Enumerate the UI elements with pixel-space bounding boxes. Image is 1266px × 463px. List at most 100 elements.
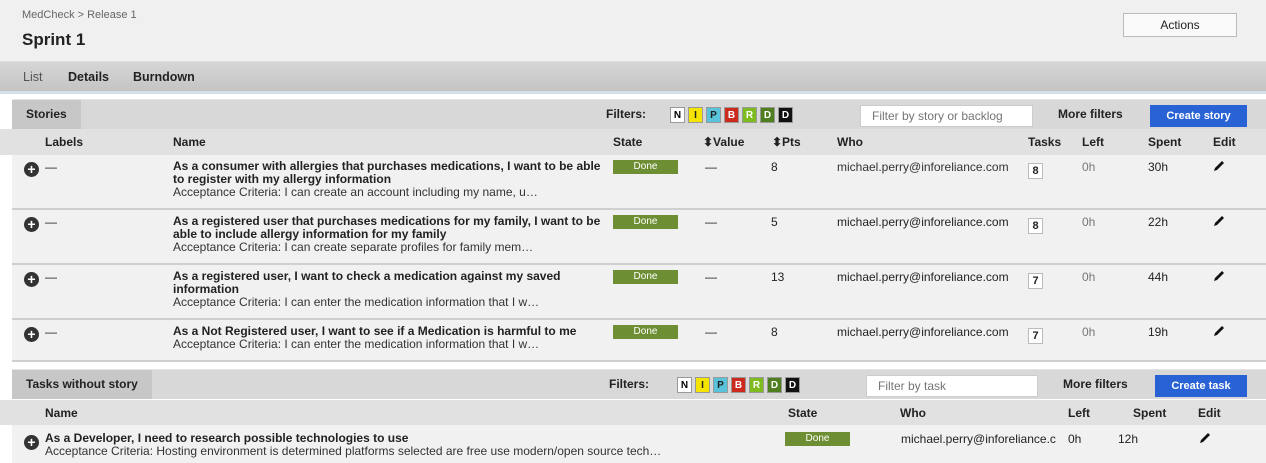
- col-who-header[interactable]: Who: [837, 135, 863, 149]
- filter-chip-i[interactable]: I: [688, 107, 703, 123]
- story-pts: 8: [771, 325, 778, 339]
- col-left-header[interactable]: Left: [1082, 135, 1104, 149]
- edit-pencil-icon[interactable]: [1198, 431, 1212, 445]
- story-row[interactable]: + — As a consumer with allergies that pu…: [12, 155, 1266, 210]
- story-filter-input[interactable]: [860, 105, 1033, 127]
- story-spent: 44h: [1148, 270, 1169, 284]
- actions-button[interactable]: Actions: [1123, 13, 1237, 37]
- expand-story-icon[interactable]: +: [24, 272, 39, 287]
- edit-pencil-icon[interactable]: [1212, 214, 1226, 228]
- story-state-badge[interactable]: Done: [613, 160, 678, 174]
- filter-chip-i[interactable]: I: [695, 377, 710, 393]
- story-acceptance: Acceptance Criteria: I can enter the med…: [173, 337, 540, 351]
- story-left: 0h: [1082, 215, 1096, 229]
- expand-story-icon[interactable]: +: [24, 327, 39, 342]
- story-state-badge[interactable]: Done: [613, 270, 678, 284]
- story-labels: —: [45, 325, 57, 339]
- tasks-section-label: Tasks without story: [12, 370, 152, 399]
- tasks-filters-label: Filters:: [609, 377, 650, 391]
- filter-chip-p[interactable]: P: [706, 107, 721, 123]
- tasks-more-filters-link[interactable]: More filters: [1063, 370, 1128, 399]
- page-header: MedCheck > Release 1 Sprint 1 Actions: [0, 0, 1266, 62]
- task-col-spent-header[interactable]: Spent: [1133, 406, 1166, 420]
- tab-burndown[interactable]: Burndown: [133, 70, 195, 84]
- filter-chip-b[interactable]: B: [731, 377, 746, 393]
- tab-details[interactable]: Details: [68, 70, 109, 84]
- edit-pencil-icon[interactable]: [1212, 159, 1226, 173]
- story-left: 0h: [1082, 325, 1096, 339]
- breadcrumb[interactable]: MedCheck > Release 1: [22, 9, 137, 21]
- filter-chip-n[interactable]: N: [670, 107, 685, 123]
- edit-pencil-icon[interactable]: [1212, 269, 1226, 283]
- story-spent: 19h: [1148, 325, 1169, 339]
- expand-story-icon[interactable]: +: [24, 162, 39, 177]
- col-tasks-header[interactable]: Tasks: [1028, 135, 1061, 149]
- edit-pencil-icon[interactable]: [1212, 324, 1226, 338]
- story-tasks-count[interactable]: 7: [1028, 328, 1043, 344]
- story-pts: 13: [771, 270, 785, 284]
- col-edit-header: Edit: [1213, 135, 1236, 149]
- task-who: michael.perry@inforeliance.c: [901, 432, 1056, 446]
- story-who: michael.perry@inforeliance.com: [837, 325, 1009, 339]
- col-spent-header[interactable]: Spent: [1148, 135, 1181, 149]
- filter-chip-d[interactable]: D: [778, 107, 793, 123]
- story-title[interactable]: As a registered user, I want to check a …: [173, 270, 613, 309]
- story-title-text[interactable]: As a Not Registered user, I want to see …: [173, 324, 576, 338]
- story-row[interactable]: + — As a registered user that purchases …: [12, 210, 1266, 265]
- story-left: 0h: [1082, 160, 1096, 174]
- story-pts: 5: [771, 215, 778, 229]
- col-labels-header[interactable]: Labels: [45, 135, 83, 149]
- col-name-header[interactable]: Name: [173, 135, 206, 149]
- expand-task-icon[interactable]: +: [24, 435, 39, 450]
- story-row[interactable]: + — As a Not Registered user, I want to …: [12, 320, 1266, 362]
- tasks-filter-chips: NIPBRDD: [677, 377, 800, 393]
- filter-chip-d[interactable]: D: [785, 377, 800, 393]
- task-col-left-header[interactable]: Left: [1068, 406, 1090, 420]
- story-title[interactable]: As a Not Registered user, I want to see …: [173, 325, 613, 351]
- story-tasks-count[interactable]: 8: [1028, 163, 1043, 179]
- filter-chip-b[interactable]: B: [724, 107, 739, 123]
- create-task-button[interactable]: Create task: [1155, 375, 1247, 397]
- col-state-header[interactable]: State: [613, 135, 642, 149]
- story-tasks-count[interactable]: 7: [1028, 273, 1043, 289]
- tab-list[interactable]: List: [23, 70, 42, 84]
- story-title[interactable]: As a consumer with allergies that purcha…: [173, 160, 613, 199]
- story-labels: —: [45, 215, 57, 229]
- story-tasks-count[interactable]: 8: [1028, 218, 1043, 234]
- stories-toolbar: Stories Filters: NIPBRDD More filters Cr…: [12, 99, 1266, 129]
- story-who: michael.perry@inforeliance.com: [837, 215, 1009, 229]
- expand-story-icon[interactable]: +: [24, 217, 39, 232]
- task-acceptance: Acceptance Criteria: Hosting environment…: [45, 444, 662, 458]
- task-col-state-header[interactable]: State: [788, 406, 817, 420]
- create-story-button[interactable]: Create story: [1150, 105, 1247, 127]
- story-labels: —: [45, 160, 57, 174]
- filter-chip-r[interactable]: R: [742, 107, 757, 123]
- task-filter-input[interactable]: [866, 375, 1038, 397]
- story-row[interactable]: + — As a registered user, I want to chec…: [12, 265, 1266, 320]
- filter-chip-d[interactable]: D: [767, 377, 782, 393]
- task-col-edit-header: Edit: [1198, 406, 1221, 420]
- task-title[interactable]: As a Developer, I need to research possi…: [45, 432, 765, 458]
- col-pts-header[interactable]: ⬍Pts: [772, 135, 801, 149]
- story-state-badge[interactable]: Done: [613, 325, 678, 339]
- filter-chip-d[interactable]: D: [760, 107, 775, 123]
- story-title-text[interactable]: As a registered user that purchases medi…: [173, 214, 600, 241]
- filter-chip-p[interactable]: P: [713, 377, 728, 393]
- stories-table-header: Labels Name State ⬍Value ⬍Pts Who Tasks …: [0, 129, 1266, 155]
- story-title-text[interactable]: As a registered user, I want to check a …: [173, 269, 561, 296]
- task-state-badge[interactable]: Done: [785, 432, 850, 446]
- story-state-badge[interactable]: Done: [613, 215, 678, 229]
- stories-more-filters-link[interactable]: More filters: [1058, 100, 1123, 129]
- col-value-header[interactable]: ⬍Value: [703, 135, 744, 149]
- tasks-toolbar: Tasks without story Filters: NIPBRDD Mor…: [12, 369, 1266, 399]
- task-row[interactable]: + As a Developer, I need to research pos…: [12, 425, 1266, 463]
- filter-chip-r[interactable]: R: [749, 377, 764, 393]
- filter-chip-n[interactable]: N: [677, 377, 692, 393]
- task-title-text[interactable]: As a Developer, I need to research possi…: [45, 431, 408, 445]
- task-col-name-header[interactable]: Name: [45, 406, 78, 420]
- story-value: —: [705, 270, 717, 284]
- story-spent: 30h: [1148, 160, 1169, 174]
- task-col-who-header[interactable]: Who: [900, 406, 926, 420]
- story-title-text[interactable]: As a consumer with allergies that purcha…: [173, 159, 600, 186]
- story-title[interactable]: As a registered user that purchases medi…: [173, 215, 613, 254]
